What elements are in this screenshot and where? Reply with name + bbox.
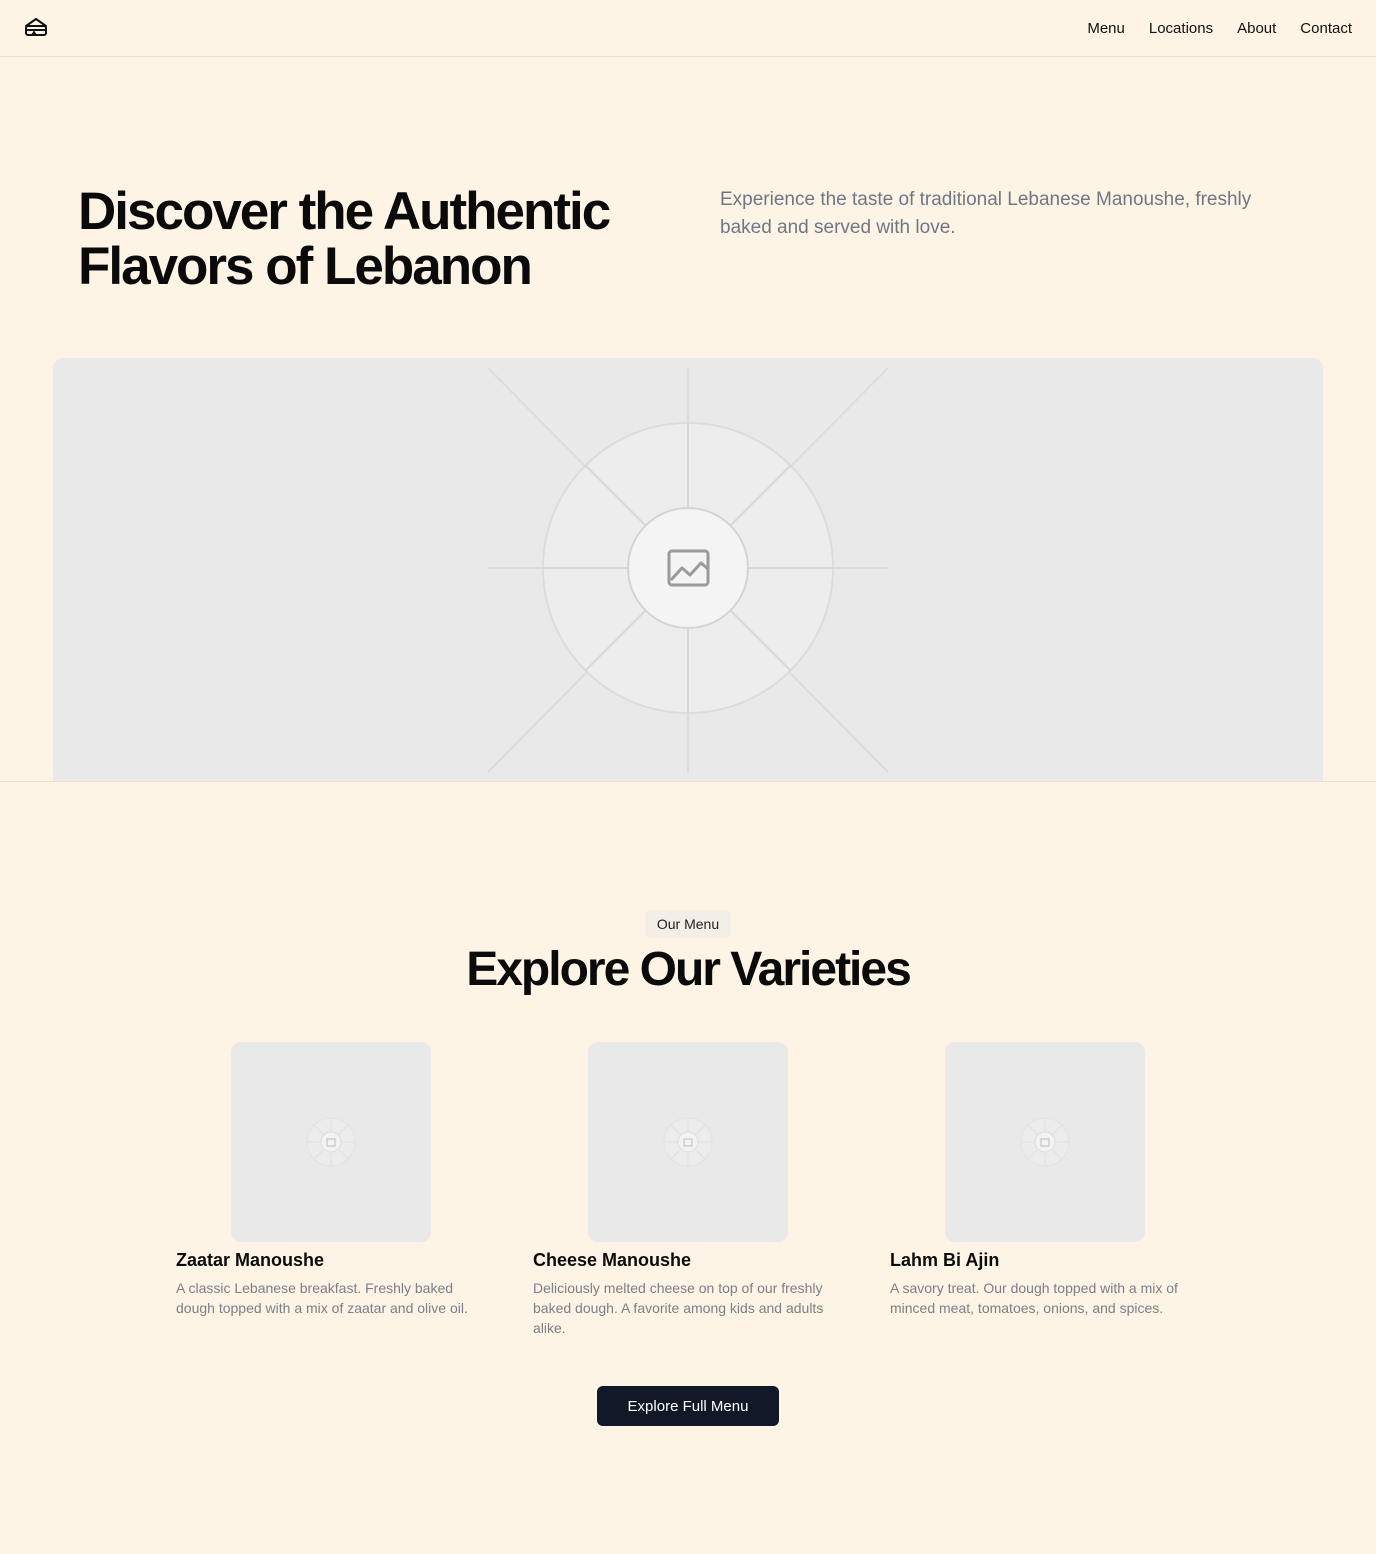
- menu-item-description: A classic Lebanese breakfast. Freshly ba…: [176, 1280, 468, 1316]
- menu-section-title: Explore Our Varieties: [466, 943, 912, 996]
- menu-item-name: Zaatar Manoushe: [176, 1250, 325, 1270]
- section-divider: [0, 781, 1376, 782]
- nav-locations[interactable]: Locations: [1149, 20, 1213, 37]
- menu-item-image: [945, 1042, 1145, 1242]
- menu-item-description: A savory treat. Our dough topped with a …: [890, 1280, 1178, 1316]
- hero-title: Discover the Authentic Flavors of Lebano…: [78, 182, 611, 296]
- hero-subtitle: Experience the taste of traditional Leba…: [720, 189, 1252, 238]
- nav-menu[interactable]: Menu: [1087, 20, 1125, 37]
- menu-item-image: [231, 1042, 431, 1242]
- image-placeholder-icon: [1020, 1117, 1070, 1167]
- image-placeholder-icon: [487, 367, 889, 773]
- menu-item-description: Deliciously melted cheese on top of our …: [533, 1280, 824, 1336]
- main-nav: Menu Locations About Contact: [1087, 0, 1352, 56]
- nav-about[interactable]: About: [1237, 20, 1276, 37]
- menu-item-name: Lahm Bi Ajin: [890, 1250, 1000, 1270]
- hero-image-placeholder: [53, 358, 1323, 782]
- image-placeholder-icon: [663, 1117, 713, 1167]
- nav-contact[interactable]: Contact: [1300, 20, 1352, 37]
- menu-item-image: [588, 1042, 788, 1242]
- menu-item-name: Cheese Manoushe: [533, 1250, 692, 1270]
- site-header: Menu Locations About Contact: [0, 0, 1376, 57]
- manoushe-logo-icon[interactable]: [24, 17, 48, 39]
- menu-badge: Our Menu: [645, 910, 731, 938]
- image-placeholder-icon: [306, 1117, 356, 1167]
- explore-full-menu-button[interactable]: Explore Full Menu: [597, 1386, 779, 1426]
